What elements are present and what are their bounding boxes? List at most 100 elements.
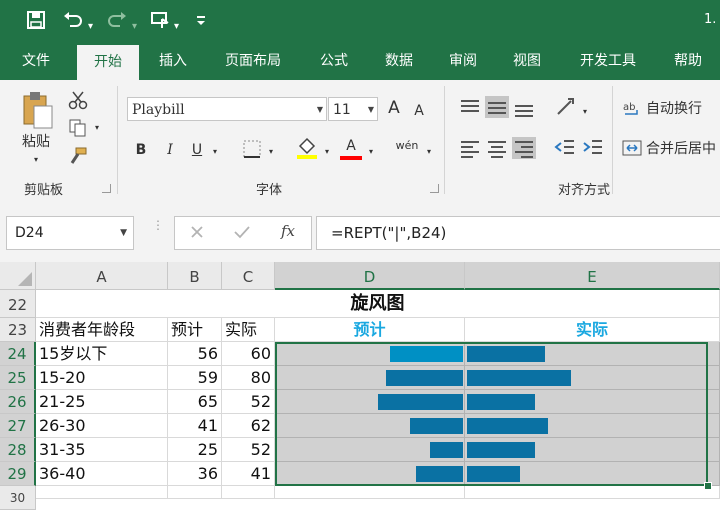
column-header-c[interactable]: C xyxy=(222,262,275,290)
row-header-26[interactable]: 26 xyxy=(0,390,36,414)
tab-data[interactable]: 数据 xyxy=(372,42,426,80)
font-color-dropdown-icon[interactable]: ▾ xyxy=(366,142,376,162)
fill-color-dropdown-icon[interactable]: ▾ xyxy=(322,142,332,162)
merge-center-button[interactable]: 合并后居中 xyxy=(646,139,720,159)
tab-file[interactable]: 文件 xyxy=(6,42,66,80)
redo-dropdown-icon[interactable]: ▾ xyxy=(132,16,137,38)
age-group-cell[interactable]: 15岁以下 xyxy=(36,342,168,366)
tab-insert[interactable]: 插入 xyxy=(144,42,202,80)
column-header-d[interactable]: D xyxy=(275,262,465,290)
tab-formulas[interactable]: 公式 xyxy=(306,42,362,80)
underline-dropdown-icon[interactable]: ▾ xyxy=(210,142,220,162)
phonetic-guide-button[interactable]: wén xyxy=(392,136,422,156)
undo-icon[interactable] xyxy=(62,10,84,36)
actual-value-cell[interactable]: 80 xyxy=(222,366,275,390)
plan-value-cell[interactable]: 59 xyxy=(168,366,222,390)
row-header-24[interactable]: 24 xyxy=(0,342,36,366)
column-header-e[interactable]: E xyxy=(465,262,720,290)
empty-cell[interactable] xyxy=(168,486,222,499)
save-icon[interactable] xyxy=(26,10,46,36)
actual-value-cell[interactable]: 41 xyxy=(222,462,275,486)
tab-view[interactable]: 视图 xyxy=(500,42,554,80)
tab-page-layout[interactable]: 页面布局 xyxy=(212,42,294,80)
worksheet-grid[interactable]: A B C D E 22 23 24 25 26 27 28 29 30 旋风图… xyxy=(0,262,720,510)
empty-cell[interactable] xyxy=(275,486,465,499)
decrease-indent-icon[interactable] xyxy=(552,137,576,165)
select-all-corner[interactable] xyxy=(0,262,36,290)
border-dropdown-icon[interactable]: ▾ xyxy=(266,142,276,162)
header-age-cell[interactable]: 消费者年龄段 xyxy=(36,318,168,342)
wrap-text-button[interactable]: 自动换行 xyxy=(646,99,720,119)
empty-cell[interactable] xyxy=(465,486,720,499)
age-group-cell[interactable]: 31-35 xyxy=(36,438,168,462)
shrink-font-button[interactable]: A xyxy=(412,101,426,121)
tab-help[interactable]: 帮助 xyxy=(660,42,716,80)
tab-home[interactable]: 开始 xyxy=(77,45,139,80)
header-actual-bar-cell[interactable]: 实际 xyxy=(465,318,720,342)
row-header-25[interactable]: 25 xyxy=(0,366,36,390)
underline-button[interactable]: U xyxy=(190,140,204,160)
font-name-select[interactable]: Playbill ▼ xyxy=(127,97,327,121)
customize-icon[interactable] xyxy=(196,12,206,34)
actual-value-cell[interactable]: 52 xyxy=(222,390,275,414)
header-plan-bar-cell[interactable]: 预计 xyxy=(275,318,465,342)
plan-value-cell[interactable]: 65 xyxy=(168,390,222,414)
header-plan-cell[interactable]: 预计 xyxy=(168,318,222,342)
font-size-select[interactable]: 11 ▼ xyxy=(328,97,378,121)
align-right-icon[interactable] xyxy=(512,137,536,159)
border-icon[interactable] xyxy=(242,140,262,160)
increase-indent-icon[interactable] xyxy=(580,137,604,165)
align-center-icon[interactable] xyxy=(485,137,509,159)
bold-button[interactable]: B xyxy=(134,140,148,160)
plan-value-cell[interactable]: 36 xyxy=(168,462,222,486)
row-header-30[interactable]: 30 xyxy=(0,486,36,510)
column-header-b[interactable]: B xyxy=(168,262,222,290)
copy-icon[interactable] xyxy=(68,118,88,138)
italic-button[interactable]: I xyxy=(163,140,177,160)
enter-icon[interactable] xyxy=(233,224,251,244)
fill-color-icon[interactable] xyxy=(296,136,318,160)
plan-value-cell[interactable]: 56 xyxy=(168,342,222,366)
formula-input[interactable]: =REPT("|",B24) xyxy=(316,216,720,250)
age-group-cell[interactable]: 21-25 xyxy=(36,390,168,414)
align-left-icon[interactable] xyxy=(458,137,482,159)
phonetic-dropdown-icon[interactable]: ▾ xyxy=(424,142,434,162)
align-middle-icon[interactable] xyxy=(485,96,509,118)
font-color-button[interactable]: A xyxy=(340,136,362,156)
copy-dropdown-icon[interactable]: ▾ xyxy=(92,118,102,138)
paste-icon[interactable] xyxy=(18,90,58,130)
age-group-cell[interactable]: 36-40 xyxy=(36,462,168,486)
actual-value-cell[interactable]: 62 xyxy=(222,414,275,438)
plan-value-cell[interactable]: 25 xyxy=(168,438,222,462)
actual-value-cell[interactable]: 60 xyxy=(222,342,275,366)
chart-title-cell[interactable]: 旋风图 xyxy=(36,290,720,318)
cancel-icon[interactable] xyxy=(189,224,205,244)
age-group-cell[interactable]: 15-20 xyxy=(36,366,168,390)
row-header-28[interactable]: 28 xyxy=(0,438,36,462)
empty-cell[interactable] xyxy=(222,486,275,499)
touch-dropdown-icon[interactable]: ▾ xyxy=(174,16,179,38)
orientation-dropdown-icon[interactable]: ▾ xyxy=(580,102,590,122)
cut-icon[interactable] xyxy=(68,90,88,110)
row-header-27[interactable]: 27 xyxy=(0,414,36,438)
row-header-22[interactable]: 22 xyxy=(0,290,36,318)
insert-function-button[interactable]: fx xyxy=(281,222,295,240)
orientation-icon[interactable] xyxy=(554,96,578,124)
align-bottom-icon[interactable] xyxy=(512,96,536,118)
touch-mode-icon[interactable] xyxy=(150,10,172,36)
tab-review[interactable]: 审阅 xyxy=(436,42,490,80)
empty-cell[interactable] xyxy=(36,486,168,499)
row-header-29[interactable]: 29 xyxy=(0,462,36,486)
paste-dropdown-icon[interactable]: ▾ xyxy=(30,150,42,170)
age-group-cell[interactable]: 26-30 xyxy=(36,414,168,438)
header-actual-cell[interactable]: 实际 xyxy=(222,318,275,342)
name-box[interactable]: D24 ▼ xyxy=(6,216,134,250)
row-header-23[interactable]: 23 xyxy=(0,318,36,342)
font-launcher-icon[interactable] xyxy=(430,184,439,193)
grow-font-button[interactable]: A xyxy=(386,98,402,118)
align-top-icon[interactable] xyxy=(458,96,482,118)
redo-icon[interactable] xyxy=(106,10,128,36)
actual-value-cell[interactable]: 52 xyxy=(222,438,275,462)
clipboard-launcher-icon[interactable] xyxy=(102,184,111,193)
format-painter-icon[interactable] xyxy=(68,146,88,166)
